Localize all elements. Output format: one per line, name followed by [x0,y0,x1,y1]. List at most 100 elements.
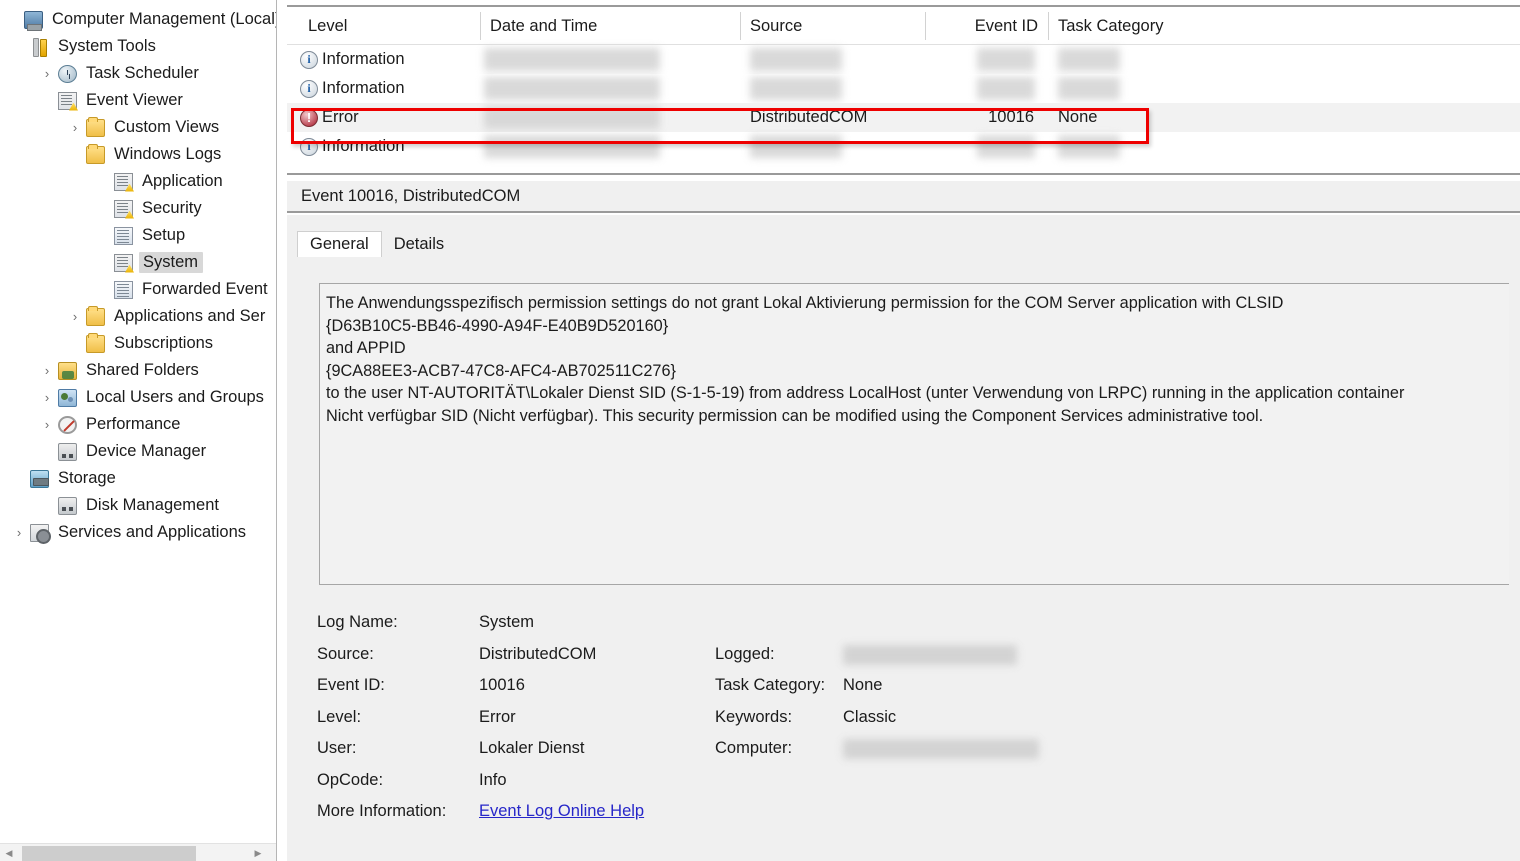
tree-item-performance[interactable]: › Performance [0,411,276,438]
chevron-right-icon[interactable]: › [36,391,58,404]
tree-item-label: Disk Management [86,497,219,514]
tree-horizontal-scrollbar[interactable]: ◀ ▶ [0,843,277,861]
event-row[interactable]: Information [287,45,1520,74]
storage-icon [30,469,52,489]
event-date-cell [482,132,742,161]
tab-details[interactable]: Details [382,232,456,258]
event-source-label: DistributedCOM [750,108,867,127]
event-row[interactable]: Information [287,74,1520,103]
tree-item-windows-logs[interactable]: ⱟ Windows Logs [0,141,276,168]
tree-item-forwarded-event[interactable]: Forwarded Event [0,276,276,303]
tree-item-application[interactable]: Application [0,168,276,195]
error-icon [300,109,318,127]
event-source-cell [750,74,935,103]
tree-item-label: Security [142,200,202,217]
chevron-right-icon[interactable]: › [64,310,86,323]
tree-item-event-viewer[interactable]: ⱟ Event Viewer [0,87,276,114]
tree-item-shared-folders[interactable]: › Shared Folders [0,357,276,384]
chevron-down-icon[interactable]: ⱟ [8,40,30,53]
redacted-value [843,739,1039,759]
tab-general[interactable]: General [297,231,382,258]
event-date-cell [482,45,742,74]
users-icon-glyph [58,389,77,407]
column-header-date-and-time[interactable]: Date and Time [480,7,740,45]
event-level-cell: Information [300,45,482,74]
tree-item-setup[interactable]: Setup [0,222,276,249]
redacted-block [750,135,842,158]
folder-icon [86,307,108,327]
twisty-placeholder [36,499,58,512]
redacted-block [750,77,842,100]
chevron-down-icon[interactable]: ⱟ [36,94,58,107]
event-source-cell [750,45,935,74]
tree-item-local-users-and-groups[interactable]: › Local Users and Groups [0,384,276,411]
description-line: The Anwendungsspezifisch permission sett… [326,292,1503,315]
event-detail-title-text: Event 10016, DistributedCOM [301,187,520,206]
field-row: More Information: Event Log Online Help [317,796,1417,828]
chevron-right-icon[interactable]: › [36,364,58,377]
scrollbar-thumb[interactable] [22,846,196,861]
field-label: Task Category: [715,670,825,702]
tree-item-system[interactable]: System [0,249,276,276]
event-list-header[interactable]: Level Date and Time Source Event ID Task Cat… [287,7,1520,45]
tree-item-storage[interactable]: ⱟ Storage [0,465,276,492]
column-header-source[interactable]: Source [740,7,925,45]
event-log-online-help-link[interactable]: Event Log Online Help [479,796,644,828]
chevron-right-icon[interactable]: › [64,121,86,134]
chevron-right-icon[interactable]: › [36,67,58,80]
shared-folders-icon-glyph [58,362,77,380]
event-level-cell: Information [300,74,482,103]
detail-tabs[interactable]: General Details [297,228,456,257]
column-header-label: Task Category [1058,17,1163,36]
tree-item-subscriptions[interactable]: Subscriptions [0,330,276,357]
chevron-down-icon[interactable]: ⱟ [64,148,86,161]
console-tree[interactable]: Computer Management (Local) ⱟ System Tools… [0,6,276,841]
event-description-box[interactable]: The Anwendungsspezifisch permission sett… [319,283,1509,585]
chevron-right-icon[interactable]: › [36,418,58,431]
description-line: {9CA88EE3-ACB7-47C8-AFC4-AB702511C276} [326,360,1503,383]
twisty-placeholder [36,445,58,458]
tree-item-services-and-applications[interactable]: › Services and Applications [0,519,276,546]
column-header-task-category[interactable]: Task Category [1048,7,1178,45]
column-header-level[interactable]: Level [298,7,480,45]
event-id-cell [925,74,1048,103]
event-row[interactable]: Information [287,132,1520,161]
field-row: Task Category: None [317,670,1417,702]
log-icon-glyph [114,227,133,245]
tree-item-task-scheduler[interactable]: › Task Scheduler [0,60,276,87]
event-row[interactable]: Error DistributedCOM 10016 None [287,103,1520,132]
event-source-cell: DistributedCOM [750,103,935,132]
scroll-right-icon[interactable]: ▶ [249,844,267,861]
redacted-block [484,77,660,100]
tree-item-device-manager[interactable]: Device Manager [0,438,276,465]
event-list[interactable]: Level Date and Time Source Event ID Task Cat… [287,5,1520,175]
field-row: Logged: [317,639,1417,671]
tree-item-security[interactable]: Security [0,195,276,222]
event-list-rows[interactable]: Information Information Error DistributedCO… [287,45,1520,161]
tree-item-system-tools[interactable]: ⱟ System Tools [0,33,276,60]
tree-item-disk-management[interactable]: Disk Management [0,492,276,519]
chevron-right-icon[interactable]: › [8,526,30,539]
twisty-placeholder [92,283,114,296]
field-row: Log Name: System [317,607,1417,639]
redacted-block [484,135,660,158]
scroll-left-icon[interactable]: ◀ [0,844,18,861]
tree-item-applications-and-ser[interactable]: › Applications and Ser [0,303,276,330]
log-icon [114,280,136,300]
field-label: More Information: [317,796,446,828]
redacted-block [977,135,1035,158]
tree-item-label: Subscriptions [114,335,213,352]
tree-item-custom-views[interactable]: › Custom Views [0,114,276,141]
event-id-cell [925,45,1048,74]
tree-item-computer-management-local[interactable]: Computer Management (Local) [0,6,276,33]
tree-item-label: Forwarded Event [142,281,268,298]
information-icon [300,138,318,156]
twisty-placeholder [2,13,24,26]
event-id-label: 10016 [988,108,1034,127]
event-task-category-cell [1058,132,1188,161]
column-header-label: Date and Time [490,17,597,36]
column-header-event-id[interactable]: Event ID [925,7,1048,45]
chevron-down-icon[interactable]: ⱟ [8,472,30,485]
log-icon [114,226,136,246]
tree-item-label: Task Scheduler [86,65,199,82]
